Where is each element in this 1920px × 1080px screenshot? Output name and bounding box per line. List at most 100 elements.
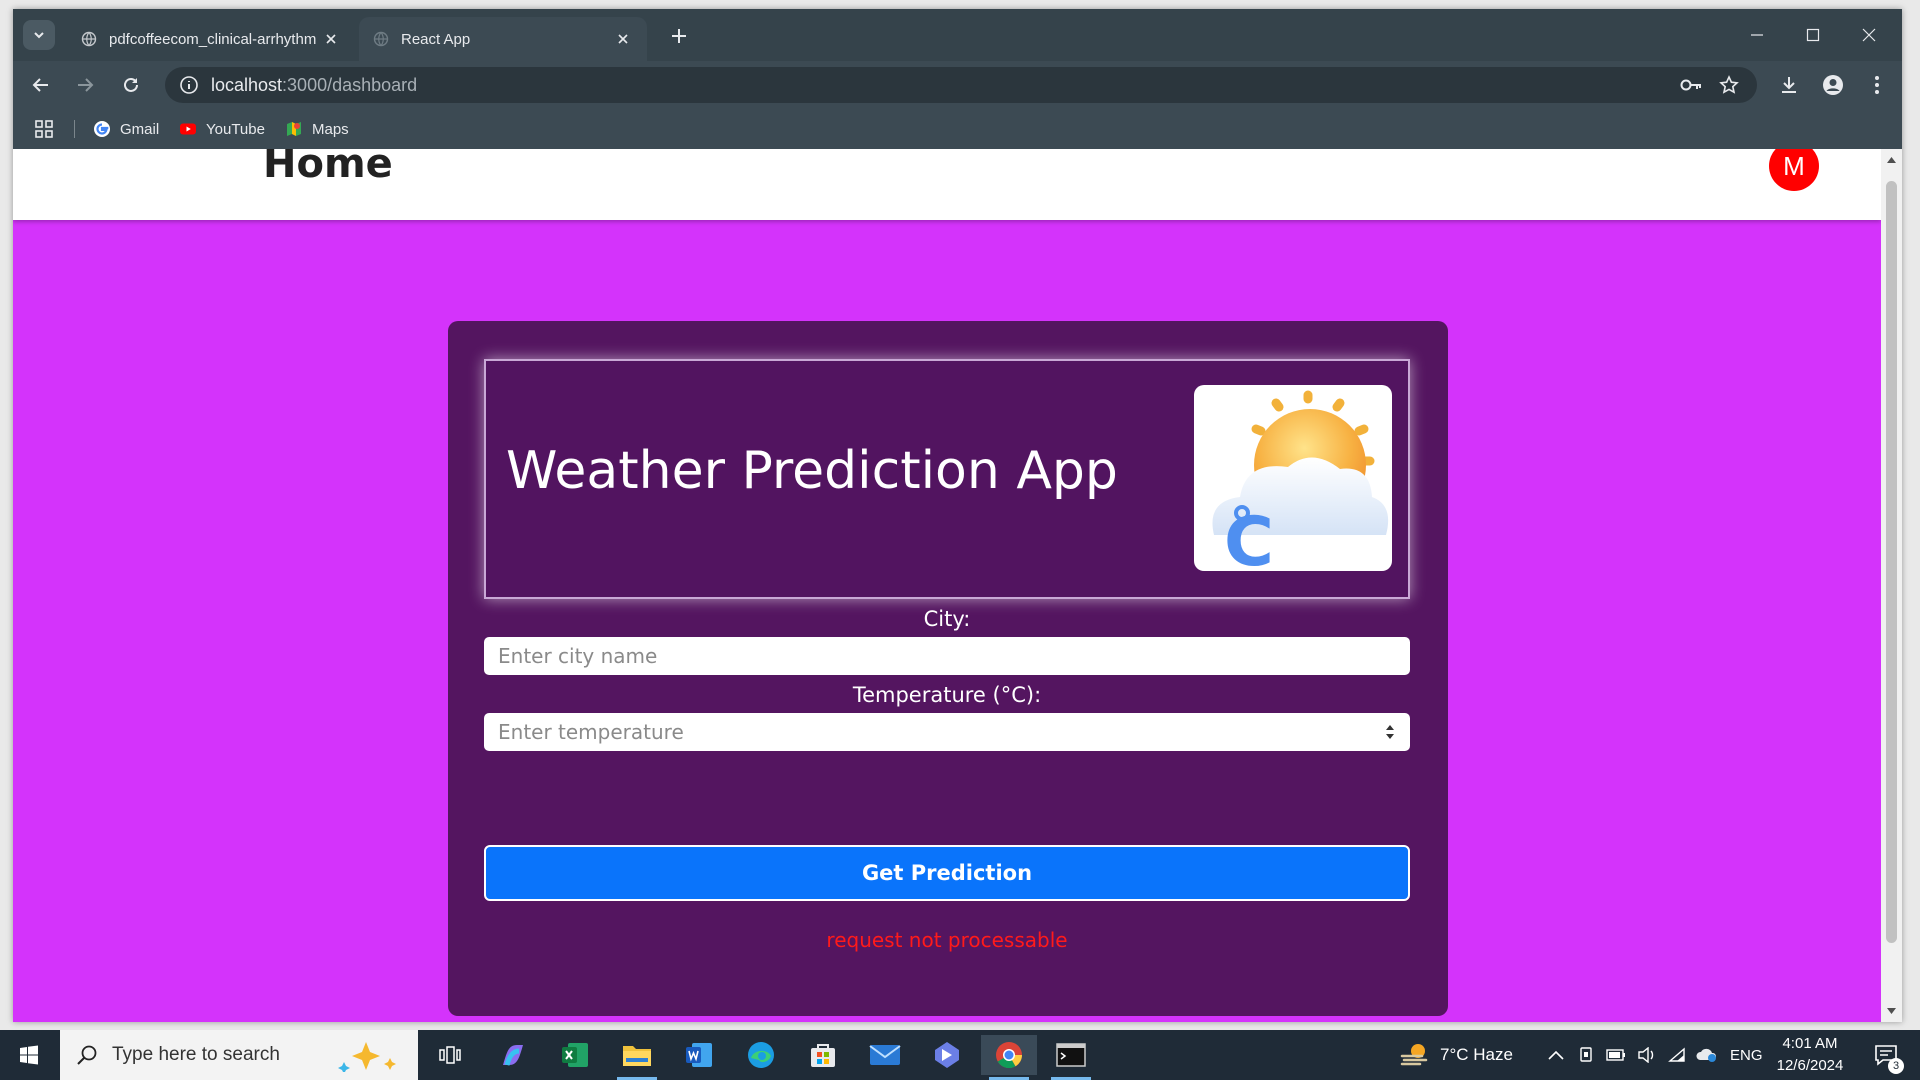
- url-path: :3000/dashboard: [282, 74, 418, 95]
- error-message: request not processable: [826, 928, 1068, 952]
- chevron-up-icon[interactable]: [1548, 1050, 1564, 1060]
- more-vert-icon: [1875, 76, 1879, 94]
- clock-date: 12/6/2024: [1776, 1057, 1844, 1074]
- downloads-button[interactable]: [1777, 73, 1801, 97]
- mail-icon: [869, 1045, 901, 1065]
- plus-icon: [672, 29, 686, 43]
- bookmark-gmail[interactable]: Gmail: [93, 117, 159, 141]
- chrome-icon: [996, 1042, 1023, 1069]
- tab-title: pdfcoffeecom_clinical-arrhythm: [109, 30, 317, 48]
- bookmarks-bar: Gmail YouTube Maps: [13, 109, 1902, 149]
- number-spinner-icon[interactable]: [1384, 721, 1396, 743]
- taskbar-terminal[interactable]: [1043, 1035, 1099, 1080]
- taskbar-excel[interactable]: [547, 1035, 603, 1075]
- google-icon: [94, 121, 110, 137]
- arrow-right-icon: [78, 78, 94, 92]
- city-input[interactable]: Enter city name: [484, 637, 1410, 675]
- bookmark-label: Gmail: [120, 120, 160, 138]
- haze-icon: [1400, 1044, 1428, 1066]
- weather-widget[interactable]: 7°C Haze: [1400, 1030, 1513, 1080]
- temperature-label: Temperature (°C):: [852, 683, 1042, 707]
- onedrive-icon[interactable]: [1696, 1047, 1718, 1063]
- reload-button[interactable]: [119, 73, 143, 97]
- key-icon[interactable]: [1679, 75, 1703, 95]
- chevron-down-icon: [34, 32, 44, 39]
- app-icon: [935, 1042, 959, 1068]
- forward-button[interactable]: [73, 73, 97, 97]
- taskbar-copilot[interactable]: [485, 1035, 541, 1075]
- menu-button[interactable]: [1865, 73, 1889, 97]
- prediction-card: Weather Prediction App C City: Enter cit…: [448, 321, 1448, 1016]
- taskbar-app-blue[interactable]: [919, 1035, 975, 1075]
- browser-toolbar: localhost:3000/dashboard: [13, 61, 1902, 109]
- close-tab-icon[interactable]: [613, 29, 633, 49]
- taskbar-edge[interactable]: [733, 1035, 789, 1075]
- taskbar-search[interactable]: Type here to search: [60, 1030, 418, 1080]
- clock[interactable]: 4:01 AM 12/6/2024: [1770, 1033, 1850, 1077]
- browser-window: pdfcoffeecom_clinical-arrhythm React App: [13, 9, 1902, 1022]
- volume-icon[interactable]: [1638, 1047, 1656, 1063]
- wifi-icon[interactable]: [1668, 1047, 1686, 1063]
- maximize-button[interactable]: [1787, 19, 1839, 51]
- excel-icon: [562, 1043, 588, 1067]
- taskbar-mail[interactable]: [857, 1035, 913, 1075]
- vertical-scrollbar[interactable]: [1881, 149, 1902, 1022]
- minimize-icon: [1751, 34, 1763, 36]
- clock-time: 4:01 AM: [1782, 1035, 1838, 1052]
- battery-icon[interactable]: [1606, 1049, 1626, 1061]
- tab-pdfcoffee[interactable]: pdfcoffeecom_clinical-arrhythm: [67, 17, 355, 61]
- notifications-button[interactable]: 3: [1862, 1030, 1910, 1080]
- youtube-icon: [180, 123, 196, 135]
- app-title: Weather Prediction App: [506, 441, 1118, 501]
- site-info-icon[interactable]: [179, 75, 199, 95]
- taskbar-word[interactable]: [671, 1035, 727, 1075]
- reload-icon: [124, 77, 138, 92]
- edge-icon: [748, 1042, 774, 1068]
- city-label: City:: [923, 607, 971, 631]
- maximize-icon: [1806, 28, 1820, 42]
- address-bar[interactable]: localhost:3000/dashboard: [165, 67, 1757, 103]
- page-title: Home: [263, 149, 393, 187]
- scroll-down-icon[interactable]: [1887, 1008, 1896, 1014]
- profile-button[interactable]: [1821, 73, 1845, 97]
- star-icon[interactable]: [1719, 75, 1739, 95]
- taskbar-chrome[interactable]: [981, 1035, 1037, 1080]
- store-icon: [811, 1044, 835, 1067]
- url-text[interactable]: localhost:3000/dashboard: [211, 75, 417, 96]
- globe-icon: [373, 31, 389, 47]
- back-button[interactable]: [29, 73, 53, 97]
- close-window-button[interactable]: [1843, 19, 1895, 51]
- temperature-input[interactable]: Enter temperature: [484, 713, 1410, 751]
- scroll-up-icon[interactable]: [1887, 157, 1896, 163]
- close-tab-icon[interactable]: [321, 29, 341, 49]
- copilot-sparkle-icon: [338, 1042, 396, 1072]
- task-view-icon: [439, 1046, 461, 1064]
- page-viewport: Home M Weather Prediction App C City: En…: [13, 149, 1881, 1022]
- taskbar-file-explorer[interactable]: [609, 1035, 665, 1080]
- hero-banner: Weather Prediction App C: [484, 359, 1410, 599]
- tab-search-button[interactable]: [23, 20, 55, 50]
- new-tab-button[interactable]: [667, 24, 691, 48]
- task-view-button[interactable]: [428, 1030, 472, 1080]
- app-header: Home M: [13, 149, 1881, 220]
- minimize-button[interactable]: [1731, 19, 1783, 51]
- avatar[interactable]: M: [1769, 149, 1819, 191]
- weather-text: 7°C Haze: [1440, 1045, 1513, 1064]
- globe-icon: [81, 31, 97, 47]
- bookmark-label: Maps: [312, 120, 349, 138]
- language-indicator[interactable]: ENG: [1730, 1047, 1763, 1064]
- apps-button[interactable]: [35, 117, 53, 141]
- bookmark-youtube[interactable]: YouTube: [179, 117, 265, 141]
- tab-react-app[interactable]: React App: [359, 17, 647, 61]
- taskbar-store[interactable]: [795, 1035, 851, 1075]
- device-icon[interactable]: [1578, 1046, 1594, 1064]
- maps-icon: [287, 122, 301, 136]
- get-prediction-button[interactable]: Get Prediction: [484, 845, 1410, 901]
- notification-count: 3: [1888, 1058, 1904, 1074]
- scrollbar-thumb[interactable]: [1886, 181, 1897, 943]
- tab-title: React App: [401, 30, 471, 48]
- search-icon: [77, 1045, 97, 1065]
- bookmark-maps[interactable]: Maps: [285, 117, 349, 141]
- temperature-placeholder: Enter temperature: [498, 720, 684, 744]
- start-button[interactable]: [0, 1030, 58, 1080]
